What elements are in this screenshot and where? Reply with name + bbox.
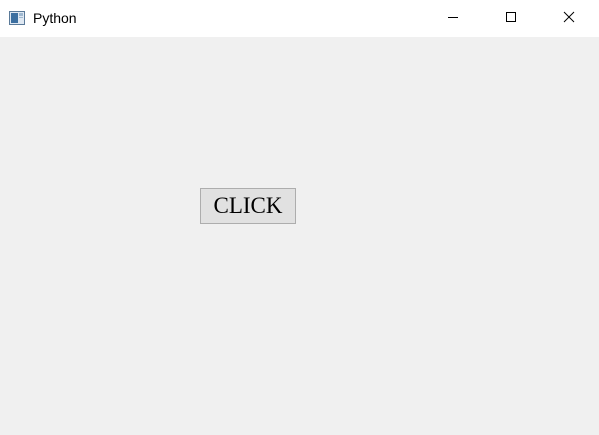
app-window: Python CLICK <box>0 0 599 435</box>
minimize-button[interactable] <box>424 0 482 37</box>
python-window-icon[interactable] <box>9 11 25 25</box>
minimize-icon <box>447 10 459 28</box>
title-bar[interactable]: Python <box>0 0 599 37</box>
client-area: CLICK <box>0 37 599 435</box>
close-button[interactable] <box>540 0 598 37</box>
window-title: Python <box>33 10 77 26</box>
close-icon <box>563 10 575 28</box>
maximize-button[interactable] <box>482 0 540 37</box>
click-button[interactable]: CLICK <box>200 188 296 224</box>
maximize-icon <box>505 10 517 28</box>
